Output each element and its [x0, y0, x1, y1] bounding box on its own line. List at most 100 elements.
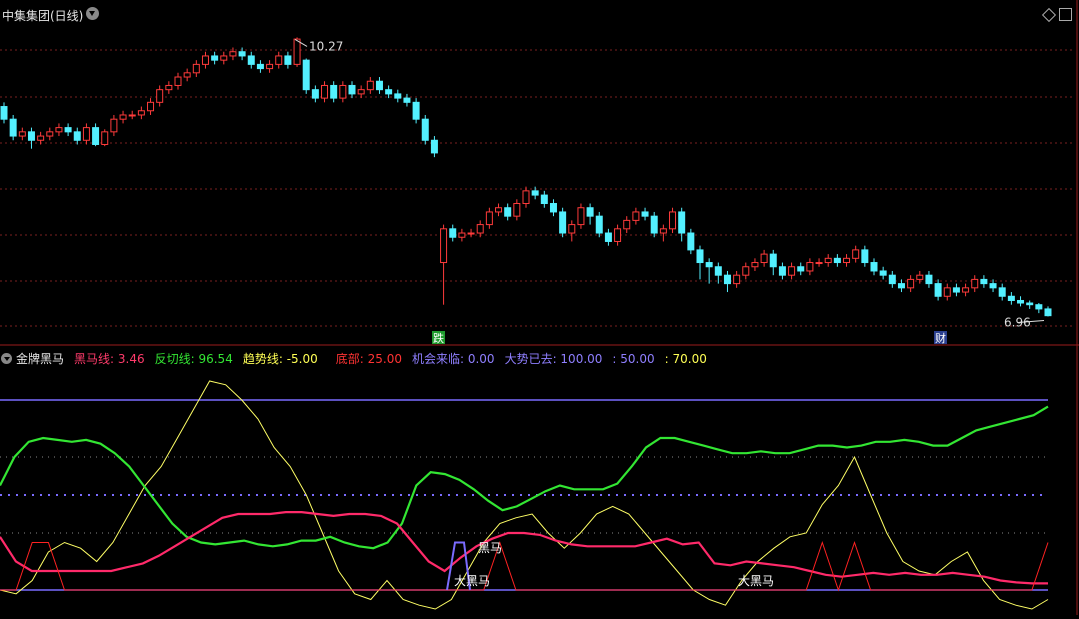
candle-up: [46, 131, 54, 137]
candle-up: [751, 262, 759, 268]
chart-stage: 10.27 6.96 跌 财黑马 大黑马 大黑马: [0, 0, 1079, 615]
candle-down: [549, 203, 557, 213]
candle-up: [137, 110, 145, 116]
candle-down: [256, 63, 264, 70]
candle-down: [870, 262, 878, 272]
bottom-line: [0, 540, 1049, 592]
candle-down: [1044, 308, 1052, 317]
candle-down: [778, 266, 786, 276]
candle-down: [925, 274, 933, 285]
legend-label: 趋势线:: [242, 351, 283, 366]
candle-up: [174, 76, 182, 86]
candle-up: [119, 114, 127, 120]
candle-down: [897, 283, 905, 289]
candle-down: [861, 249, 869, 264]
candle-down: [247, 55, 255, 65]
candle-down: [595, 215, 603, 234]
signal-label: 大黑马: [738, 574, 774, 588]
legend-item: 底部: 25.00: [336, 352, 402, 366]
candle-down: [302, 59, 310, 91]
darkhorse-line: [0, 511, 1048, 585]
candle-down: [952, 287, 960, 293]
candle-up: [357, 89, 365, 95]
candle-up: [815, 262, 823, 265]
candle-down: [375, 80, 383, 91]
candle-down: [540, 194, 548, 205]
candle-down: [348, 84, 356, 95]
candle-down: [769, 253, 777, 268]
chevron-down-icon[interactable]: [1, 352, 12, 364]
candle-down: [311, 89, 319, 99]
candle-up: [18, 131, 26, 137]
legend-value: 25.00: [363, 351, 402, 366]
candle-up: [440, 228, 448, 264]
legend-value: 0.00: [464, 351, 495, 366]
legend-item: 大势已去: 100.00: [505, 352, 603, 366]
candle-up: [321, 84, 329, 99]
legend-label: 反切线:: [154, 351, 195, 366]
candle-down: [833, 257, 841, 264]
candle-up: [467, 232, 475, 235]
candle-up: [632, 211, 640, 221]
candle-up: [229, 51, 237, 57]
legend-item: : 50.00: [612, 352, 654, 366]
candle-up: [733, 274, 741, 285]
candle-down: [650, 215, 658, 234]
candle-up: [485, 211, 493, 226]
candle-up: [476, 224, 484, 234]
candle-down: [394, 93, 402, 99]
candle-up: [183, 72, 191, 78]
legend-label: 底部:: [335, 351, 364, 366]
candle-down: [1017, 299, 1025, 304]
candle-up: [55, 127, 63, 133]
candle-up: [971, 278, 979, 289]
legend-value: 3.46: [114, 351, 145, 366]
candle-up: [577, 207, 585, 226]
maximize-icon[interactable]: [1059, 8, 1072, 21]
legend-value: 50.00: [616, 351, 655, 366]
reverse-line: [0, 405, 1049, 550]
candle-down: [92, 127, 100, 145]
chevron-down-icon[interactable]: [86, 7, 99, 20]
candle-down: [421, 118, 429, 141]
candle-down: [705, 262, 713, 268]
legend-label: 大势已去:: [504, 351, 557, 366]
candle-up: [824, 257, 832, 264]
candle-down: [980, 278, 988, 285]
candle-down: [284, 55, 292, 65]
candle-down: [934, 283, 942, 297]
candle-up: [128, 114, 136, 117]
chart-canvas[interactable]: 10.27 6.96 跌 财黑马大黑马 大黑马: [0, 0, 1079, 615]
candle-up: [147, 101, 155, 112]
candle-down: [604, 232, 612, 242]
candle-up: [568, 224, 576, 234]
candle-up: [943, 287, 951, 297]
marker-text: 跌: [433, 331, 444, 345]
candle-up: [275, 55, 283, 65]
candle-up: [623, 219, 631, 230]
candle-up: [742, 266, 750, 276]
candle-up: [110, 118, 118, 133]
candle-down: [385, 89, 393, 95]
candle-down: [696, 249, 704, 264]
signal-label: 黑马: [478, 541, 502, 555]
candle-up: [614, 228, 622, 242]
candle-down: [586, 207, 594, 217]
indicator-name: 金牌黑马: [16, 351, 65, 366]
candle-down: [1026, 302, 1034, 306]
candle-down: [9, 118, 17, 137]
candle-down: [211, 55, 219, 61]
candle-down: [412, 101, 420, 120]
legend-value: -5.00: [282, 351, 318, 366]
candle-up: [907, 278, 915, 289]
candle-down: [559, 211, 567, 234]
candle-down: [73, 131, 81, 141]
candle-down: [641, 211, 649, 217]
candle-up: [495, 207, 503, 213]
candle-up: [962, 287, 970, 293]
indicator-legend: 金牌黑马 黑马线: 3.46 反切线: 96.54 趋势线: -5.00 底部: 25…: [0, 350, 717, 366]
candle-down: [430, 139, 438, 154]
candle-up: [806, 262, 814, 272]
candle-down: [1035, 304, 1043, 310]
candle-down: [879, 270, 887, 276]
